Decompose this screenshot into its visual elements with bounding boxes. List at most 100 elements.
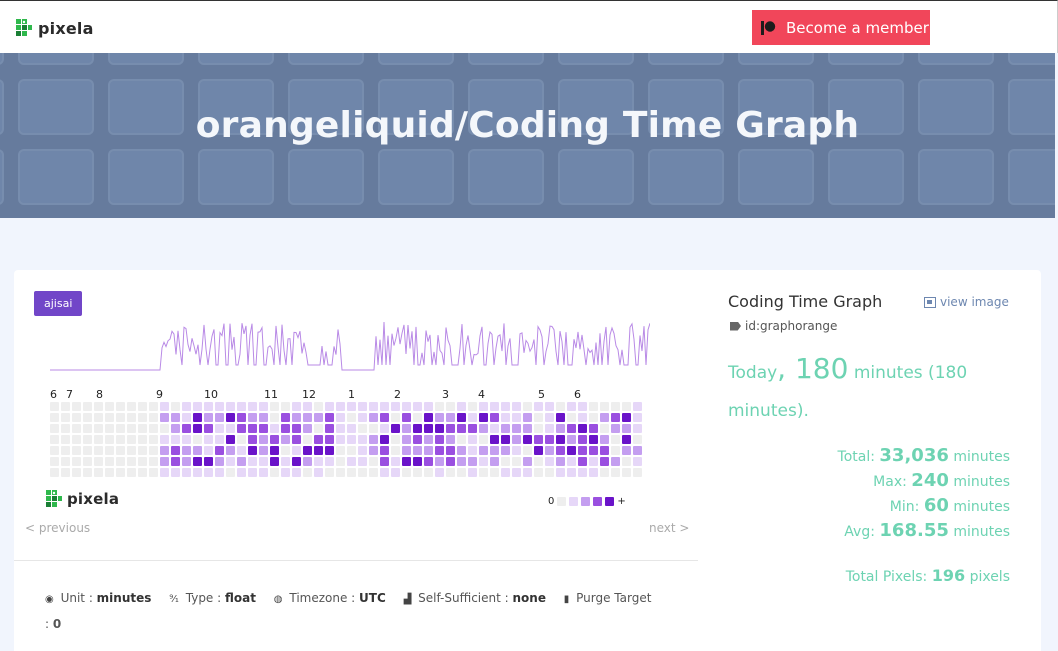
heatmap-cell[interactable] xyxy=(182,446,191,455)
heatmap-cell[interactable] xyxy=(171,446,180,455)
heatmap-cell[interactable] xyxy=(534,457,543,466)
heatmap-cell[interactable] xyxy=(270,413,279,422)
heatmap-cell[interactable] xyxy=(490,413,499,422)
heatmap-cell[interactable] xyxy=(424,468,433,477)
heatmap-cell[interactable] xyxy=(369,424,378,433)
heatmap-cell[interactable] xyxy=(556,424,565,433)
heatmap-cell[interactable] xyxy=(402,435,411,444)
heatmap-cell[interactable] xyxy=(380,457,389,466)
heatmap-cell[interactable] xyxy=(105,468,114,477)
heatmap-cell[interactable] xyxy=(193,468,202,477)
heatmap-cell[interactable] xyxy=(512,435,521,444)
heatmap-cell[interactable] xyxy=(281,457,290,466)
heatmap-cell[interactable] xyxy=(413,424,422,433)
heatmap-cell[interactable] xyxy=(149,468,158,477)
heatmap-cell[interactable] xyxy=(303,468,312,477)
heatmap-cell[interactable] xyxy=(534,446,543,455)
heatmap-cell[interactable] xyxy=(50,435,59,444)
heatmap-cell[interactable] xyxy=(116,468,125,477)
heatmap-cell[interactable] xyxy=(336,413,345,422)
heatmap-cell[interactable] xyxy=(611,446,620,455)
heatmap-cell[interactable] xyxy=(138,424,147,433)
heatmap-cell[interactable] xyxy=(171,457,180,466)
heatmap-cell[interactable] xyxy=(270,424,279,433)
heatmap-cell[interactable] xyxy=(523,457,532,466)
heatmap-cell[interactable] xyxy=(138,468,147,477)
heatmap-cell[interactable] xyxy=(369,435,378,444)
heatmap-cell[interactable] xyxy=(622,468,631,477)
heatmap-cell[interactable] xyxy=(556,435,565,444)
heatmap-cell[interactable] xyxy=(512,468,521,477)
heatmap-cell[interactable] xyxy=(457,424,466,433)
heatmap-cell[interactable] xyxy=(358,402,367,411)
heatmap-cell[interactable] xyxy=(633,457,642,466)
heatmap-cell[interactable] xyxy=(567,424,576,433)
heatmap-cell[interactable] xyxy=(567,413,576,422)
heatmap-cell[interactable] xyxy=(545,413,554,422)
heatmap-cell[interactable] xyxy=(336,402,345,411)
heatmap-cell[interactable] xyxy=(534,435,543,444)
heatmap-cell[interactable] xyxy=(83,446,92,455)
heatmap-cell[interactable] xyxy=(578,413,587,422)
heatmap-cell[interactable] xyxy=(380,446,389,455)
heatmap-cell[interactable] xyxy=(314,402,323,411)
heatmap-cell[interactable] xyxy=(303,424,312,433)
heatmap-cell[interactable] xyxy=(512,446,521,455)
heatmap-cell[interactable] xyxy=(446,457,455,466)
heatmap-cell[interactable] xyxy=(402,413,411,422)
heatmap-cell[interactable] xyxy=(50,457,59,466)
heatmap-cell[interactable] xyxy=(325,468,334,477)
heatmap-cell[interactable] xyxy=(138,446,147,455)
heatmap-cell[interactable] xyxy=(468,402,477,411)
heatmap-cell[interactable] xyxy=(303,402,312,411)
heatmap-cell[interactable] xyxy=(94,446,103,455)
heatmap-cell[interactable] xyxy=(171,468,180,477)
heatmap-cell[interactable] xyxy=(446,424,455,433)
heatmap-cell[interactable] xyxy=(567,446,576,455)
heatmap-cell[interactable] xyxy=(116,446,125,455)
heatmap-cell[interactable] xyxy=(72,435,81,444)
heatmap-cell[interactable] xyxy=(589,446,598,455)
heatmap-cell[interactable] xyxy=(226,424,235,433)
heatmap-cell[interactable] xyxy=(578,435,587,444)
heatmap-cell[interactable] xyxy=(138,402,147,411)
heatmap-cell[interactable] xyxy=(435,402,444,411)
heatmap-cell[interactable] xyxy=(578,402,587,411)
heatmap-cell[interactable] xyxy=(116,413,125,422)
heatmap-cell[interactable] xyxy=(127,457,136,466)
heatmap-cell[interactable] xyxy=(534,424,543,433)
heatmap-cell[interactable] xyxy=(578,446,587,455)
heatmap-cell[interactable] xyxy=(160,468,169,477)
heatmap-cell[interactable] xyxy=(72,446,81,455)
heatmap-cell[interactable] xyxy=(61,468,70,477)
heatmap-cell[interactable] xyxy=(215,413,224,422)
heatmap-cell[interactable] xyxy=(413,413,422,422)
heatmap-cell[interactable] xyxy=(633,468,642,477)
heatmap-cell[interactable] xyxy=(501,413,510,422)
heatmap-cell[interactable] xyxy=(402,468,411,477)
heatmap-cell[interactable] xyxy=(61,424,70,433)
heatmap-cell[interactable] xyxy=(457,435,466,444)
heatmap-cell[interactable] xyxy=(127,413,136,422)
heatmap-cell[interactable] xyxy=(314,413,323,422)
heatmap-cell[interactable] xyxy=(72,402,81,411)
heatmap-cell[interactable] xyxy=(215,424,224,433)
heatmap-cell[interactable] xyxy=(325,446,334,455)
heatmap-cell[interactable] xyxy=(94,457,103,466)
heatmap-cell[interactable] xyxy=(600,413,609,422)
heatmap-cell[interactable] xyxy=(237,424,246,433)
heatmap-cell[interactable] xyxy=(457,468,466,477)
heatmap-cell[interactable] xyxy=(50,468,59,477)
heatmap-cell[interactable] xyxy=(171,435,180,444)
heatmap-cell[interactable] xyxy=(314,468,323,477)
heatmap-cell[interactable] xyxy=(457,446,466,455)
heatmap-cell[interactable] xyxy=(347,446,356,455)
heatmap-cell[interactable] xyxy=(490,435,499,444)
heatmap-cell[interactable] xyxy=(105,413,114,422)
heatmap-cell[interactable] xyxy=(413,402,422,411)
heatmap-cell[interactable] xyxy=(204,424,213,433)
heatmap-cell[interactable] xyxy=(479,457,488,466)
heatmap-cell[interactable] xyxy=(226,435,235,444)
heatmap-cell[interactable] xyxy=(105,457,114,466)
heatmap-cell[interactable] xyxy=(237,435,246,444)
